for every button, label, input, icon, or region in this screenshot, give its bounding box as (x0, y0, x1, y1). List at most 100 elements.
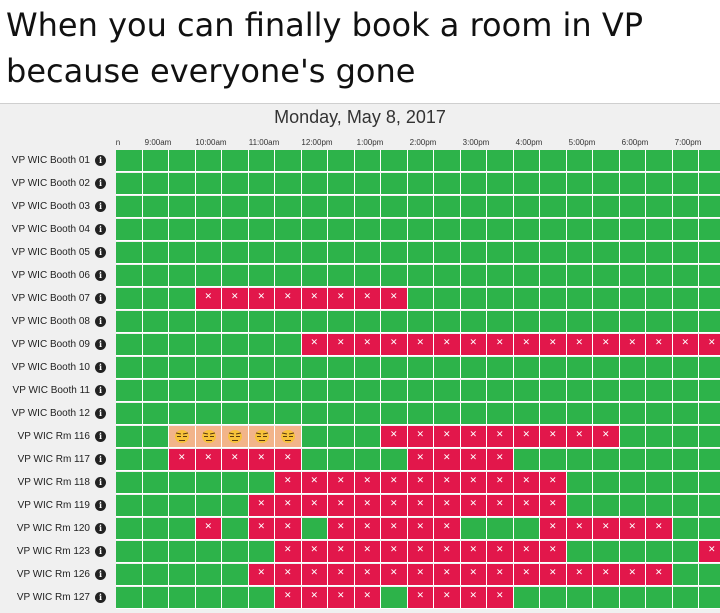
available-slot[interactable] (116, 311, 143, 333)
available-slot[interactable] (434, 357, 461, 379)
available-slot[interactable] (566, 150, 593, 172)
available-slot[interactable] (248, 242, 275, 264)
available-slot[interactable] (513, 380, 540, 402)
available-slot[interactable] (513, 173, 540, 195)
available-slot[interactable] (487, 173, 514, 195)
available-slot[interactable] (169, 380, 196, 402)
available-slot[interactable] (646, 380, 673, 402)
available-slot[interactable] (593, 357, 620, 379)
available-slot[interactable] (672, 357, 699, 379)
available-slot[interactable] (116, 150, 143, 172)
available-slot[interactable] (142, 472, 169, 494)
available-slot[interactable] (513, 518, 540, 540)
info-circle-icon[interactable]: i (95, 500, 106, 511)
available-slot[interactable] (487, 242, 514, 264)
info-circle-icon[interactable]: i (95, 178, 106, 189)
available-slot[interactable] (328, 173, 355, 195)
available-slot[interactable] (142, 380, 169, 402)
info-circle-icon[interactable]: i (95, 546, 106, 557)
available-slot[interactable] (407, 380, 434, 402)
available-slot[interactable] (222, 311, 249, 333)
available-slot[interactable] (513, 196, 540, 218)
available-slot[interactable] (619, 219, 646, 241)
available-slot[interactable] (142, 242, 169, 264)
available-slot[interactable] (116, 518, 143, 540)
available-slot[interactable] (301, 518, 328, 540)
available-slot[interactable] (540, 173, 567, 195)
available-slot[interactable] (593, 495, 620, 517)
available-slot[interactable] (248, 403, 275, 425)
available-slot[interactable] (195, 564, 222, 586)
available-slot[interactable] (354, 219, 381, 241)
available-slot[interactable] (301, 173, 328, 195)
available-slot[interactable] (407, 173, 434, 195)
available-slot[interactable] (593, 472, 620, 494)
available-slot[interactable] (142, 219, 169, 241)
available-slot[interactable] (301, 426, 328, 448)
available-slot[interactable] (672, 449, 699, 471)
available-slot[interactable] (169, 173, 196, 195)
available-slot[interactable] (619, 495, 646, 517)
available-slot[interactable] (487, 196, 514, 218)
available-slot[interactable] (381, 265, 408, 287)
available-slot[interactable] (646, 541, 673, 563)
available-slot[interactable] (593, 265, 620, 287)
info-circle-icon[interactable]: i (95, 523, 106, 534)
available-slot[interactable] (699, 426, 720, 448)
available-slot[interactable] (381, 449, 408, 471)
available-slot[interactable] (222, 173, 249, 195)
available-slot[interactable] (407, 357, 434, 379)
info-circle-icon[interactable]: i (95, 293, 106, 304)
available-slot[interactable] (699, 173, 720, 195)
available-slot[interactable] (328, 311, 355, 333)
available-slot[interactable] (169, 288, 196, 310)
available-slot[interactable] (222, 357, 249, 379)
available-slot[interactable] (116, 472, 143, 494)
available-slot[interactable] (540, 587, 567, 609)
info-circle-icon[interactable]: i (95, 431, 106, 442)
available-slot[interactable] (222, 219, 249, 241)
available-slot[interactable] (460, 265, 487, 287)
available-slot[interactable] (619, 196, 646, 218)
available-slot[interactable] (566, 380, 593, 402)
available-slot[interactable] (275, 311, 302, 333)
info-circle-icon[interactable]: i (95, 339, 106, 350)
available-slot[interactable] (195, 357, 222, 379)
available-slot[interactable] (275, 173, 302, 195)
available-slot[interactable] (699, 150, 720, 172)
available-slot[interactable] (566, 311, 593, 333)
available-slot[interactable] (460, 150, 487, 172)
available-slot[interactable] (460, 380, 487, 402)
available-slot[interactable] (116, 219, 143, 241)
available-slot[interactable] (142, 196, 169, 218)
available-slot[interactable] (460, 242, 487, 264)
available-slot[interactable] (328, 196, 355, 218)
available-slot[interactable] (672, 242, 699, 264)
available-slot[interactable] (169, 242, 196, 264)
available-slot[interactable] (619, 449, 646, 471)
available-slot[interactable] (699, 288, 720, 310)
available-slot[interactable] (116, 334, 143, 356)
available-slot[interactable] (513, 242, 540, 264)
info-circle-icon[interactable]: i (95, 454, 106, 465)
available-slot[interactable] (434, 242, 461, 264)
available-slot[interactable] (301, 242, 328, 264)
available-slot[interactable] (487, 403, 514, 425)
available-slot[interactable] (407, 242, 434, 264)
available-slot[interactable] (699, 564, 720, 586)
available-slot[interactable] (540, 265, 567, 287)
available-slot[interactable] (672, 518, 699, 540)
available-slot[interactable] (116, 357, 143, 379)
info-circle-icon[interactable]: i (95, 592, 106, 603)
available-slot[interactable] (275, 242, 302, 264)
available-slot[interactable] (275, 265, 302, 287)
available-slot[interactable] (248, 173, 275, 195)
available-slot[interactable] (434, 265, 461, 287)
available-slot[interactable] (566, 173, 593, 195)
available-slot[interactable] (646, 150, 673, 172)
available-slot[interactable] (646, 196, 673, 218)
available-slot[interactable] (646, 242, 673, 264)
available-slot[interactable] (354, 380, 381, 402)
available-slot[interactable] (248, 380, 275, 402)
info-circle-icon[interactable]: i (95, 385, 106, 396)
